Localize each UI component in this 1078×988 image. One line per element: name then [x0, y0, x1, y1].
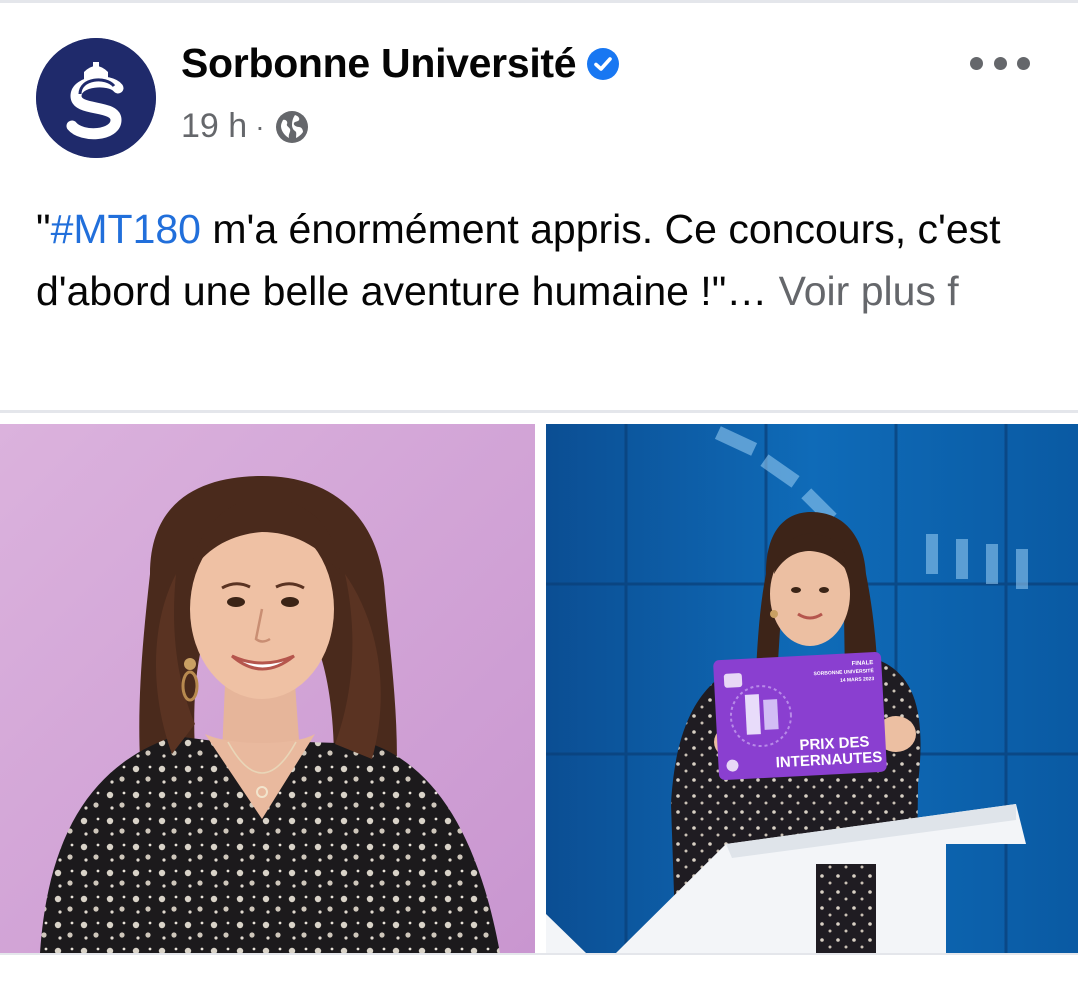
open-quote: "	[36, 206, 51, 252]
portrait-photo[interactable]	[0, 424, 535, 953]
portrait-illustration	[0, 424, 535, 953]
more-dot	[970, 56, 983, 70]
hashtag-link[interactable]: #MT180	[51, 206, 201, 252]
author-row: Sorbonne Université	[181, 40, 620, 87]
page-name[interactable]: Sorbonne Université	[181, 40, 577, 87]
more-horizontal-icon[interactable]	[970, 48, 1030, 78]
bottom-divider	[0, 953, 1078, 988]
post-timestamp[interactable]: 19 h	[181, 107, 247, 146]
more-dot	[993, 56, 1007, 70]
post-text: "#MT180 m'a énormément appris. Ce concou…	[36, 198, 1046, 322]
award-illustration: FINALE SORBONNE UNIVERSITÉ 14 MARS 2023 …	[546, 424, 1078, 953]
page-avatar[interactable]	[36, 38, 156, 158]
sign-small-1: FINALE	[852, 660, 874, 667]
post-meta: 19 h ·	[181, 107, 309, 146]
more-dot	[1017, 56, 1030, 70]
verified-badge-icon	[587, 47, 620, 80]
award-photo[interactable]: FINALE SORBONNE UNIVERSITÉ 14 MARS 2023 …	[546, 424, 1078, 953]
award-sign: FINALE SORBONNE UNIVERSITÉ 14 MARS 2023 …	[713, 651, 887, 781]
post-header: Sorbonne Université 19 h ·	[0, 0, 1078, 180]
sorbonne-logo-icon	[36, 38, 156, 158]
content-divider	[0, 410, 1078, 413]
globe-icon[interactable]	[275, 110, 309, 144]
meta-separator: ·	[255, 110, 265, 142]
see-more-link[interactable]: Voir plus f	[779, 268, 959, 314]
